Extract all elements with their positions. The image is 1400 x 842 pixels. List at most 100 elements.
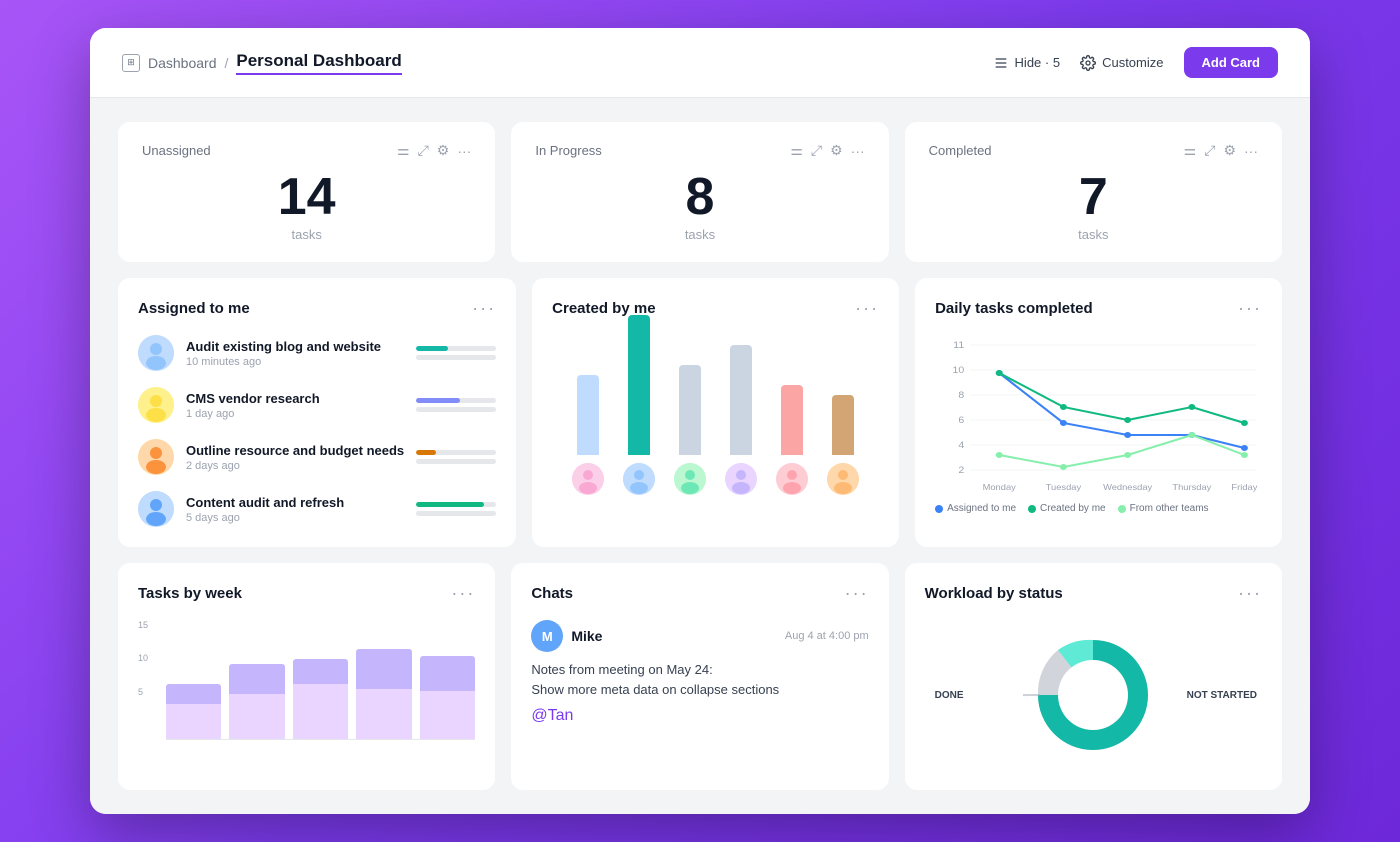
expand-icon[interactable]: ⤢ xyxy=(418,142,429,159)
chat-item: M Mike Aug 4 at 4:00 pm Notes from meeti… xyxy=(531,620,868,725)
breadcrumb-separator: / xyxy=(225,55,229,71)
tasks-by-week-title: Tasks by week xyxy=(138,585,242,602)
donut-label-not-started: NOT STARTED xyxy=(1187,690,1257,701)
workload-title: Workload by status xyxy=(925,585,1063,602)
task-name: Audit existing blog and website xyxy=(186,339,404,354)
dashboard-icon: ⊞ xyxy=(122,54,140,72)
page-title: Personal Dashboard xyxy=(236,51,401,75)
svg-text:Tuesday: Tuesday xyxy=(1046,483,1082,492)
task-name: Outline resource and budget needs xyxy=(186,443,404,458)
assigned-to-me-title: Assigned to me xyxy=(138,300,250,317)
stats-row: Unassigned ⚌ ⤢ ⚙ ··· 14 tasks In Progres… xyxy=(118,122,1282,262)
breadcrumb-parent: Dashboard xyxy=(148,55,217,71)
line-chart: 11 10 8 6 4 2 Monday Tuesday Wednesday T… xyxy=(935,335,1262,495)
expand-icon[interactable]: ⤢ xyxy=(1204,142,1215,159)
svg-text:10: 10 xyxy=(953,366,965,376)
bar-group xyxy=(827,395,859,495)
settings-icon[interactable]: ⚙ xyxy=(437,142,450,159)
avatar xyxy=(572,463,604,495)
bottom-row: Tasks by week ··· 15 10 5 xyxy=(118,563,1282,790)
avatar xyxy=(138,439,174,475)
svg-text:4: 4 xyxy=(958,441,964,451)
settings-icon[interactable]: ⚙ xyxy=(830,142,843,159)
stat-label-completed: Completed xyxy=(929,143,992,158)
more-icon[interactable]: ··· xyxy=(1244,143,1258,159)
daily-tasks-title: Daily tasks completed xyxy=(935,300,1093,317)
tasks-by-week-card: Tasks by week ··· 15 10 5 xyxy=(118,563,495,790)
svg-text:Monday: Monday xyxy=(983,483,1017,492)
svg-text:6: 6 xyxy=(958,416,964,426)
stat-number-completed: 7 xyxy=(1079,171,1108,223)
more-icon[interactable]: ··· xyxy=(851,143,865,159)
stat-actions-inprogress: ⚌ ⤢ ⚙ ··· xyxy=(790,142,864,159)
svg-text:8: 8 xyxy=(958,391,964,401)
avatar xyxy=(827,463,859,495)
settings-icon[interactable]: ⚙ xyxy=(1223,142,1236,159)
stat-number-unassigned: 14 xyxy=(278,171,336,223)
task-time: 1 day ago xyxy=(186,408,404,420)
tasks-week-more-button[interactable]: ··· xyxy=(451,583,475,604)
hide-icon xyxy=(993,55,1009,71)
more-icon[interactable]: ··· xyxy=(457,143,471,159)
filter-icon[interactable]: ⚌ xyxy=(1184,142,1197,159)
avatar xyxy=(138,387,174,423)
dashboard-content: Unassigned ⚌ ⤢ ⚙ ··· 14 tasks In Progres… xyxy=(90,98,1310,814)
stat-card-inprogress: In Progress ⚌ ⤢ ⚙ ··· 8 tasks xyxy=(511,122,888,262)
stat-card-completed: Completed ⚌ ⤢ ⚙ ··· 7 tasks xyxy=(905,122,1282,262)
add-card-button[interactable]: Add Card xyxy=(1184,47,1279,78)
stat-actions-unassigned: ⚌ ⤢ ⚙ ··· xyxy=(397,142,471,159)
workload-card: Workload by status ··· DONE xyxy=(905,563,1282,790)
avatar xyxy=(674,463,706,495)
task-list: Audit existing blog and website 10 minut… xyxy=(138,335,496,527)
bar-group xyxy=(776,385,808,495)
legend-other: From other teams xyxy=(1118,503,1209,514)
assigned-more-button[interactable]: ··· xyxy=(472,298,496,319)
expand-icon[interactable]: ⤢ xyxy=(811,142,822,159)
chats-card: Chats ··· M Mike Aug 4 at 4:00 pm Notes … xyxy=(511,563,888,790)
filter-icon[interactable]: ⚌ xyxy=(790,142,803,159)
avatar xyxy=(623,463,655,495)
chats-more-button[interactable]: ··· xyxy=(845,583,869,604)
avatar xyxy=(138,335,174,371)
chat-mention: @Tan xyxy=(531,707,868,725)
chat-time: Aug 4 at 4:00 pm xyxy=(785,630,869,642)
bar-group xyxy=(725,345,757,495)
svg-text:Thursday: Thursday xyxy=(1172,483,1212,492)
avatar xyxy=(776,463,808,495)
stat-number-inprogress: 8 xyxy=(686,171,715,223)
stat-unit-unassigned: tasks xyxy=(291,227,321,242)
workload-more-button[interactable]: ··· xyxy=(1238,583,1262,604)
chat-avatar: M xyxy=(531,620,563,652)
header: ⊞ Dashboard / Personal Dashboard Hide · … xyxy=(90,28,1310,98)
svg-text:2: 2 xyxy=(958,466,964,476)
bar-group xyxy=(674,365,706,495)
task-time: 2 days ago xyxy=(186,460,404,472)
created-more-button[interactable]: ··· xyxy=(855,298,879,319)
hide-button[interactable]: Hide · 5 xyxy=(993,55,1061,71)
avatar xyxy=(725,463,757,495)
customize-button[interactable]: Customize xyxy=(1080,55,1163,71)
breadcrumb: ⊞ Dashboard / Personal Dashboard xyxy=(122,51,402,75)
filter-icon[interactable]: ⚌ xyxy=(397,142,410,159)
task-item: Audit existing blog and website 10 minut… xyxy=(138,335,496,371)
chats-title: Chats xyxy=(531,585,573,602)
stat-unit-inprogress: tasks xyxy=(685,227,715,242)
task-item: CMS vendor research 1 day ago xyxy=(138,387,496,423)
svg-text:Friday: Friday xyxy=(1232,483,1259,492)
task-time: 10 minutes ago xyxy=(186,356,404,368)
legend-created: Created by me xyxy=(1028,503,1106,514)
bar-group xyxy=(572,375,604,495)
stat-actions-completed: ⚌ ⤢ ⚙ ··· xyxy=(1184,142,1258,159)
bar-chart xyxy=(552,335,879,495)
task-time: 5 days ago xyxy=(186,512,404,524)
header-actions: Hide · 5 Customize Add Card xyxy=(993,47,1278,78)
stat-card-unassigned: Unassigned ⚌ ⤢ ⚙ ··· 14 tasks xyxy=(118,122,495,262)
daily-tasks-more-button[interactable]: ··· xyxy=(1238,298,1262,319)
task-item: Outline resource and budget needs 2 days… xyxy=(138,439,496,475)
created-by-me-card: Created by me ··· xyxy=(532,278,899,547)
daily-tasks-card: Daily tasks completed ··· 11 10 xyxy=(915,278,1282,547)
chat-user: M Mike xyxy=(531,620,602,652)
gear-icon xyxy=(1080,55,1096,71)
chat-message: Notes from meeting on May 24: Show more … xyxy=(531,660,868,699)
task-name: Content audit and refresh xyxy=(186,495,404,510)
